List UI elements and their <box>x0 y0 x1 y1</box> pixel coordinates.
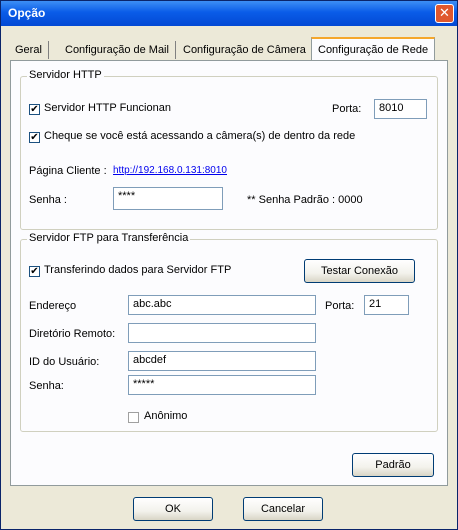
user-id-field[interactable]: abcdef <box>128 351 316 371</box>
http-port-label: Porta: <box>332 103 362 115</box>
http-password-field[interactable]: **** <box>113 187 223 210</box>
ftp-password-label: Senha: <box>29 380 64 392</box>
options-dialog: Opção ✕ Geral Configuração de Mail Confi… <box>0 0 458 530</box>
remote-dir-field[interactable] <box>128 323 316 343</box>
ftp-transfer-checkbox[interactable]: ✔ <box>29 266 40 277</box>
tab-mail[interactable]: Configuração de Mail <box>59 41 176 59</box>
http-password-label: Senha : <box>29 194 67 206</box>
tab-camera[interactable]: Configuração de Câmera <box>177 41 313 59</box>
title-bar[interactable]: Opção ✕ <box>1 1 457 26</box>
ftp-server-group: Servidor FTP para Transferência ✔ Transf… <box>20 232 438 432</box>
ok-button[interactable]: OK <box>133 497 213 521</box>
http-enabled-checkbox[interactable]: ✔ <box>29 104 40 115</box>
close-button[interactable]: ✕ <box>435 4 454 23</box>
anonymous-label: Anônimo <box>144 410 188 422</box>
local-network-checkbox[interactable]: ✔ <box>29 132 40 143</box>
close-icon: ✕ <box>439 5 450 20</box>
client-page-label: Página Cliente : <box>29 165 107 177</box>
tab-geral[interactable]: Geral <box>9 41 49 59</box>
http-server-group: Servidor HTTP ✔ Servidor HTTP Funcionan … <box>20 69 438 230</box>
http-group-legend: Servidor HTTP <box>27 69 104 81</box>
window-title: Opção <box>8 6 46 20</box>
tab-panel-network: Servidor HTTP ✔ Servidor HTTP Funcionan … <box>10 60 448 486</box>
ftp-address-field[interactable]: abc.abc <box>128 295 316 315</box>
user-id-label: ID do Usuário: <box>29 356 100 368</box>
cancel-button[interactable]: Cancelar <box>243 497 323 521</box>
http-port-field[interactable]: 8010 <box>374 99 427 119</box>
http-enabled-label: Servidor HTTP Funcionan <box>44 102 171 114</box>
ftp-password-field[interactable]: ***** <box>128 375 316 395</box>
test-connection-button[interactable]: Testar Conexão <box>304 259 415 283</box>
ftp-transfer-label: Transferindo dados para Servidor FTP <box>44 264 232 276</box>
tab-network[interactable]: Configuração de Rede <box>311 37 436 61</box>
ftp-address-label: Endereço <box>29 300 77 312</box>
client-page-link[interactable]: http://192.168.0.131:8010 <box>113 165 227 176</box>
default-button[interactable]: Padrão <box>352 453 434 477</box>
local-network-label: Cheque se você está acessando a câmera(s… <box>44 130 356 142</box>
remote-dir-label: Diretório Remoto: <box>29 328 116 340</box>
ftp-port-label: Porta: <box>325 300 355 312</box>
anonymous-checkbox[interactable] <box>128 412 139 423</box>
ftp-group-legend: Servidor FTP para Transferência <box>27 232 191 244</box>
ftp-port-field[interactable]: 21 <box>364 295 409 315</box>
check-icon: ✔ <box>30 132 39 143</box>
check-icon: ✔ <box>30 104 39 115</box>
default-password-note: ** Senha Padrão : 0000 <box>247 194 363 206</box>
check-icon: ✔ <box>30 266 39 277</box>
